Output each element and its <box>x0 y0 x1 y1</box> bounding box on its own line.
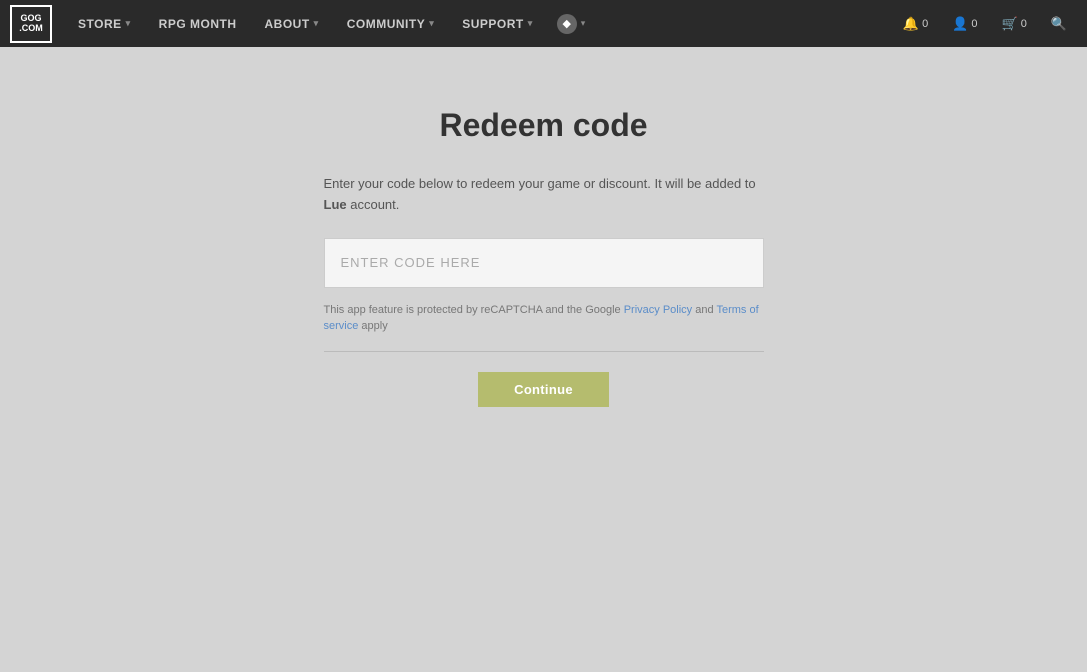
chevron-down-icon: ▾ <box>314 18 319 29</box>
button-wrapper: Continue <box>324 372 764 407</box>
search-icon: 🔍 <box>1051 16 1067 32</box>
user-icon: 👤 <box>952 16 968 32</box>
nav-item-support[interactable]: SUPPORT ▾ <box>448 0 547 47</box>
navigation-bar: GOG.COM STORE ▾ RPG MONTH ABOUT ▾ COMMUN… <box>0 0 1087 47</box>
nav-item-store[interactable]: STORE ▾ <box>64 0 145 47</box>
continue-button[interactable]: Continue <box>478 372 609 407</box>
divider <box>324 351 764 352</box>
search-button[interactable]: 🔍 <box>1041 0 1077 47</box>
bell-icon: 🔔 <box>903 16 919 32</box>
description-text: Enter your code below to redeem your gam… <box>324 174 764 216</box>
code-input[interactable] <box>324 238 764 288</box>
nav-item-special[interactable]: ◆ ▾ <box>547 0 596 47</box>
special-icon: ◆ <box>557 14 577 34</box>
nav-item-community[interactable]: COMMUNITY ▾ <box>333 0 449 47</box>
logo[interactable]: GOG.COM <box>10 5 52 43</box>
cart-icon: 🛒 <box>1002 16 1018 32</box>
nav-links: STORE ▾ RPG MONTH ABOUT ▾ COMMUNITY ▾ SU… <box>64 0 893 47</box>
logo-text: GOG.COM <box>19 14 43 34</box>
nav-right-actions: 🔔 0 👤 0 🛒 0 🔍 <box>893 0 1077 47</box>
nav-item-rpg-month[interactable]: RPG MONTH <box>145 0 251 47</box>
chevron-down-icon: ▾ <box>528 18 533 29</box>
page-title: Redeem code <box>439 107 647 144</box>
recaptcha-notice: This app feature is protected by reCAPTC… <box>324 302 764 335</box>
chevron-down-icon: ▾ <box>429 18 434 29</box>
notifications-button[interactable]: 🔔 0 <box>893 0 938 47</box>
privacy-policy-link[interactable]: Privacy Policy <box>624 304 692 316</box>
user-account-button[interactable]: 👤 0 <box>942 0 987 47</box>
chevron-down-icon: ▾ <box>126 18 131 29</box>
chevron-down-icon: ▾ <box>581 18 586 29</box>
main-content: Redeem code Enter your code below to red… <box>0 47 1087 407</box>
cart-button[interactable]: 🛒 0 <box>992 0 1037 47</box>
redeem-box: Enter your code below to redeem your gam… <box>324 174 764 407</box>
nav-item-about[interactable]: ABOUT ▾ <box>251 0 333 47</box>
